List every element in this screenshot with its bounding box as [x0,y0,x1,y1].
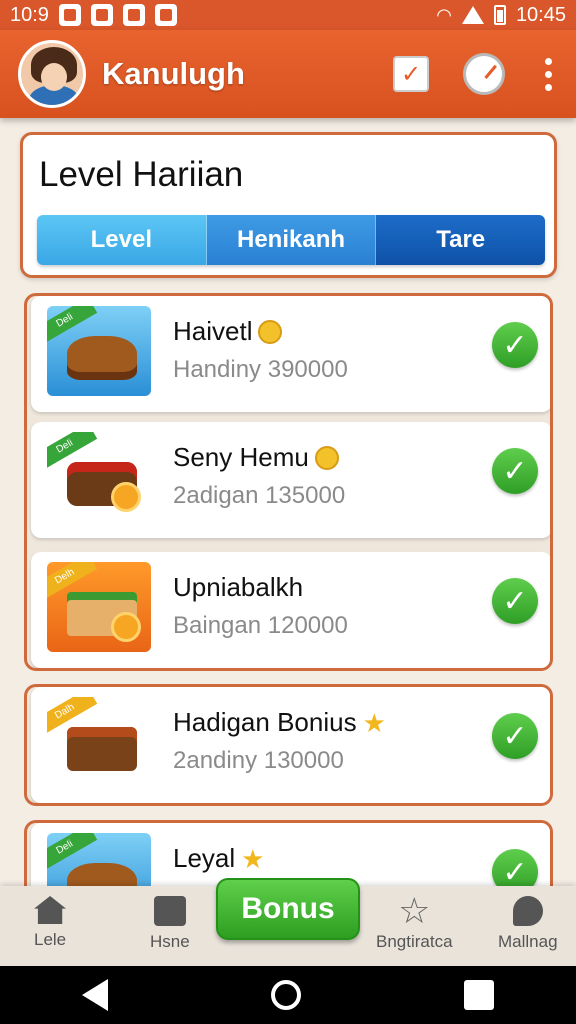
level-card-title: Level Hariian [39,155,244,194]
system-nav-bar [0,966,576,1024]
app-title: Kanulugh [102,56,245,91]
bonus-button[interactable]: Bonus [216,878,360,940]
bread-icon [67,336,137,380]
list-item[interactable]: Deli Haivetl Handiny 390000 ✓ [31,296,550,412]
item-title: Leyal ★ [173,843,265,874]
status-time-right: 10:45 [515,3,566,26]
segment-control: Level Henikanh Tare [37,215,545,265]
app-bar: Kanulugh [0,30,576,118]
item-thumbnail: Delh [47,562,151,652]
star-outline-icon: ☆ [398,890,431,931]
instagram-icon [58,4,81,26]
timer-icon[interactable] [463,53,505,95]
bottom-nav: Lele Hsne Bonus ☆ Bngtiratca Mallnag [0,878,576,966]
home-circle-icon[interactable] [270,980,301,1010]
status-time-left: 10:9 [10,3,49,26]
chat-icon [512,896,543,926]
lemon-icon [111,612,141,642]
item-subtitle: 2adigan 135000 [173,482,346,509]
segment-level[interactable]: Level [37,215,207,265]
check-icon[interactable]: ✓ [492,322,538,368]
edit-icon [122,4,145,26]
gold-badge-icon [258,319,283,344]
item-subtitle: Baingan 120000 [173,612,348,639]
treasure-chest-icon [67,727,137,771]
task-group-2: Dalh Hadigan Bonius ★ 2andiny 130000 ✓ [24,684,553,806]
signal-icon [461,6,484,24]
check-icon[interactable]: ✓ [492,578,538,624]
star-icon: ★ [241,843,265,874]
nav-item-bngtiratca[interactable]: ☆ Bngtiratca [376,890,453,952]
segment-tare[interactable]: Tare [376,215,545,265]
battery-icon [493,5,506,25]
item-title: Upniabalkh [173,572,304,602]
item-title: Hadigan Bonius ★ [173,707,386,738]
nav-item-hsne[interactable]: Hsne [150,896,190,952]
check-icon[interactable]: ✓ [492,713,538,759]
segment-henikanh[interactable]: Henikanh [206,215,377,265]
item-thumbnail: Deli [47,432,151,522]
item-subtitle: Handiny 390000 [173,356,348,383]
gold-badge-icon [314,445,339,470]
list-item[interactable]: Delh Upniabalkh Baingan 120000 ✓ [31,552,550,668]
app-icon [154,4,177,26]
item-subtitle: 2andiny 130000 [173,747,344,774]
nav-item-lele[interactable]: Lele [34,896,66,950]
item-thumbnail: Deli [47,306,151,396]
orange-icon [111,482,141,512]
level-card: Level Hariian Level Henikanh Tare [20,132,557,278]
image-icon [90,4,113,26]
item-thumbnail: Dalh [47,697,151,787]
avatar[interactable] [18,40,86,108]
more-menu-icon[interactable] [539,57,558,91]
back-icon[interactable] [81,979,108,1011]
list-item[interactable]: Dalh Hadigan Bonius ★ 2andiny 130000 ✓ [31,687,550,803]
item-title: Haivetl [173,316,283,347]
wifi-icon: ◠ [436,4,452,25]
box-icon [153,896,186,926]
item-title: Seny Hemu [173,442,339,473]
check-icon[interactable]: ✓ [492,448,538,494]
recents-icon[interactable] [464,980,495,1010]
home-icon [34,896,67,924]
task-group-1: Deli Haivetl Handiny 390000 ✓ Deli Seny … [24,293,553,671]
list-item[interactable]: Deli Seny Hemu 2adigan 135000 ✓ [31,422,550,538]
task-note-icon[interactable] [393,56,429,92]
nav-item-mallnag[interactable]: Mallnag [498,896,558,952]
status-bar: 10:9 ◠ 10:45 [0,0,576,30]
star-icon: ★ [362,707,386,738]
